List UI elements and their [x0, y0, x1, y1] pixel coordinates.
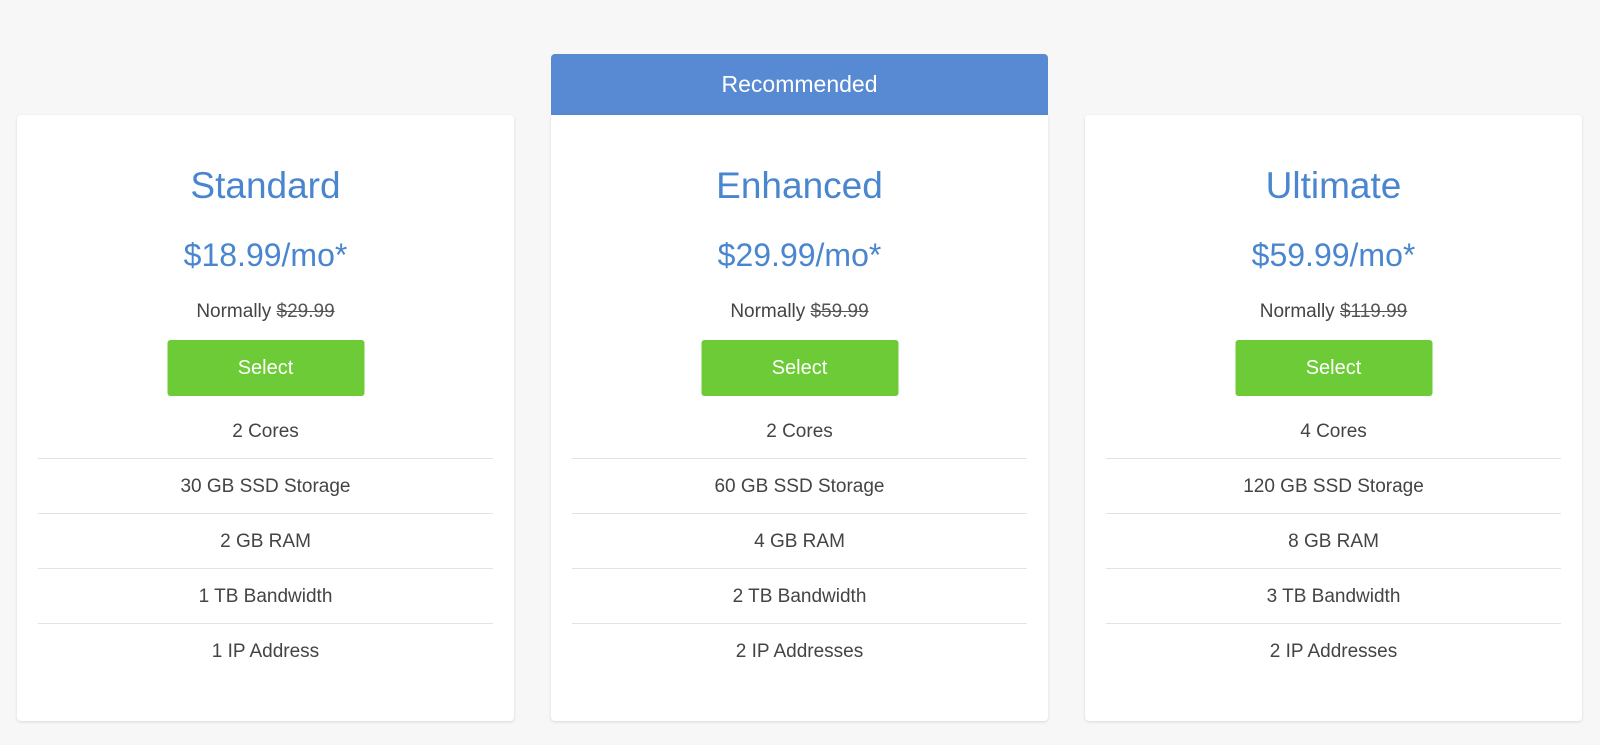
feature-item: 2 IP Addresses [1269, 641, 1398, 662]
original-price: $59.99 [810, 301, 869, 322]
feature-item: 2 IP Addresses [735, 641, 864, 662]
feature-item: 4 GB RAM [572, 514, 1027, 569]
original-price: $119.99 [1339, 301, 1408, 322]
select-button-enhanced[interactable]: Select [701, 340, 898, 396]
feature-item: 2 TB Bandwidth [572, 569, 1027, 624]
feature-list: 4 Cores 120 GB SSD Storage 8 GB RAM 3 TB… [1106, 404, 1561, 679]
normally-label: Normally [196, 301, 272, 322]
feature-item: 1 TB Bandwidth [38, 569, 493, 624]
feature-item: 2 GB RAM [38, 514, 493, 569]
normal-price: Normally $59.99 [551, 301, 1048, 324]
select-button-standard[interactable]: Select [167, 340, 364, 396]
plan-price: $29.99/mo* [717, 237, 882, 273]
plan-card-standard: Standard $18.99/mo* Normally $29.99 Sele… [17, 115, 514, 721]
select-button-ultimate[interactable]: Select [1235, 340, 1432, 396]
normally-label: Normally [730, 301, 806, 322]
normal-price: Normally $119.99 [1085, 301, 1582, 324]
plan-price: $18.99/mo* [183, 237, 348, 273]
plan-card-ultimate: Ultimate $59.99/mo* Normally $119.99 Sel… [1085, 115, 1582, 721]
feature-list: 2 Cores 60 GB SSD Storage 4 GB RAM 2 TB … [572, 404, 1027, 679]
feature-item: 2 Cores [572, 404, 1027, 459]
plan-price: $59.99/mo* [1251, 237, 1416, 273]
plan-card-enhanced: Enhanced $29.99/mo* Normally $59.99 Sele… [551, 115, 1048, 721]
feature-item: 30 GB SSD Storage [38, 459, 493, 514]
feature-item: 1 IP Address [211, 641, 320, 662]
feature-item: 3 TB Bandwidth [1106, 569, 1561, 624]
feature-item: 8 GB RAM [1106, 514, 1561, 569]
recommended-ribbon: Recommended [551, 54, 1048, 115]
normally-label: Normally [1259, 301, 1335, 322]
feature-item: 4 Cores [1106, 404, 1561, 459]
feature-item: 120 GB SSD Storage [1106, 459, 1561, 514]
feature-item: 60 GB SSD Storage [572, 459, 1027, 514]
plan-name: Enhanced [716, 165, 883, 206]
feature-item: 2 Cores [38, 404, 493, 459]
pricing-plans: Recommended Standard $18.99/mo* Normally… [0, 0, 1600, 745]
plan-name: Ultimate [1265, 165, 1402, 206]
normal-price: Normally $29.99 [17, 301, 514, 324]
feature-list: 2 Cores 30 GB SSD Storage 2 GB RAM 1 TB … [38, 404, 493, 679]
original-price: $29.99 [276, 301, 335, 322]
plan-name: Standard [190, 165, 341, 206]
